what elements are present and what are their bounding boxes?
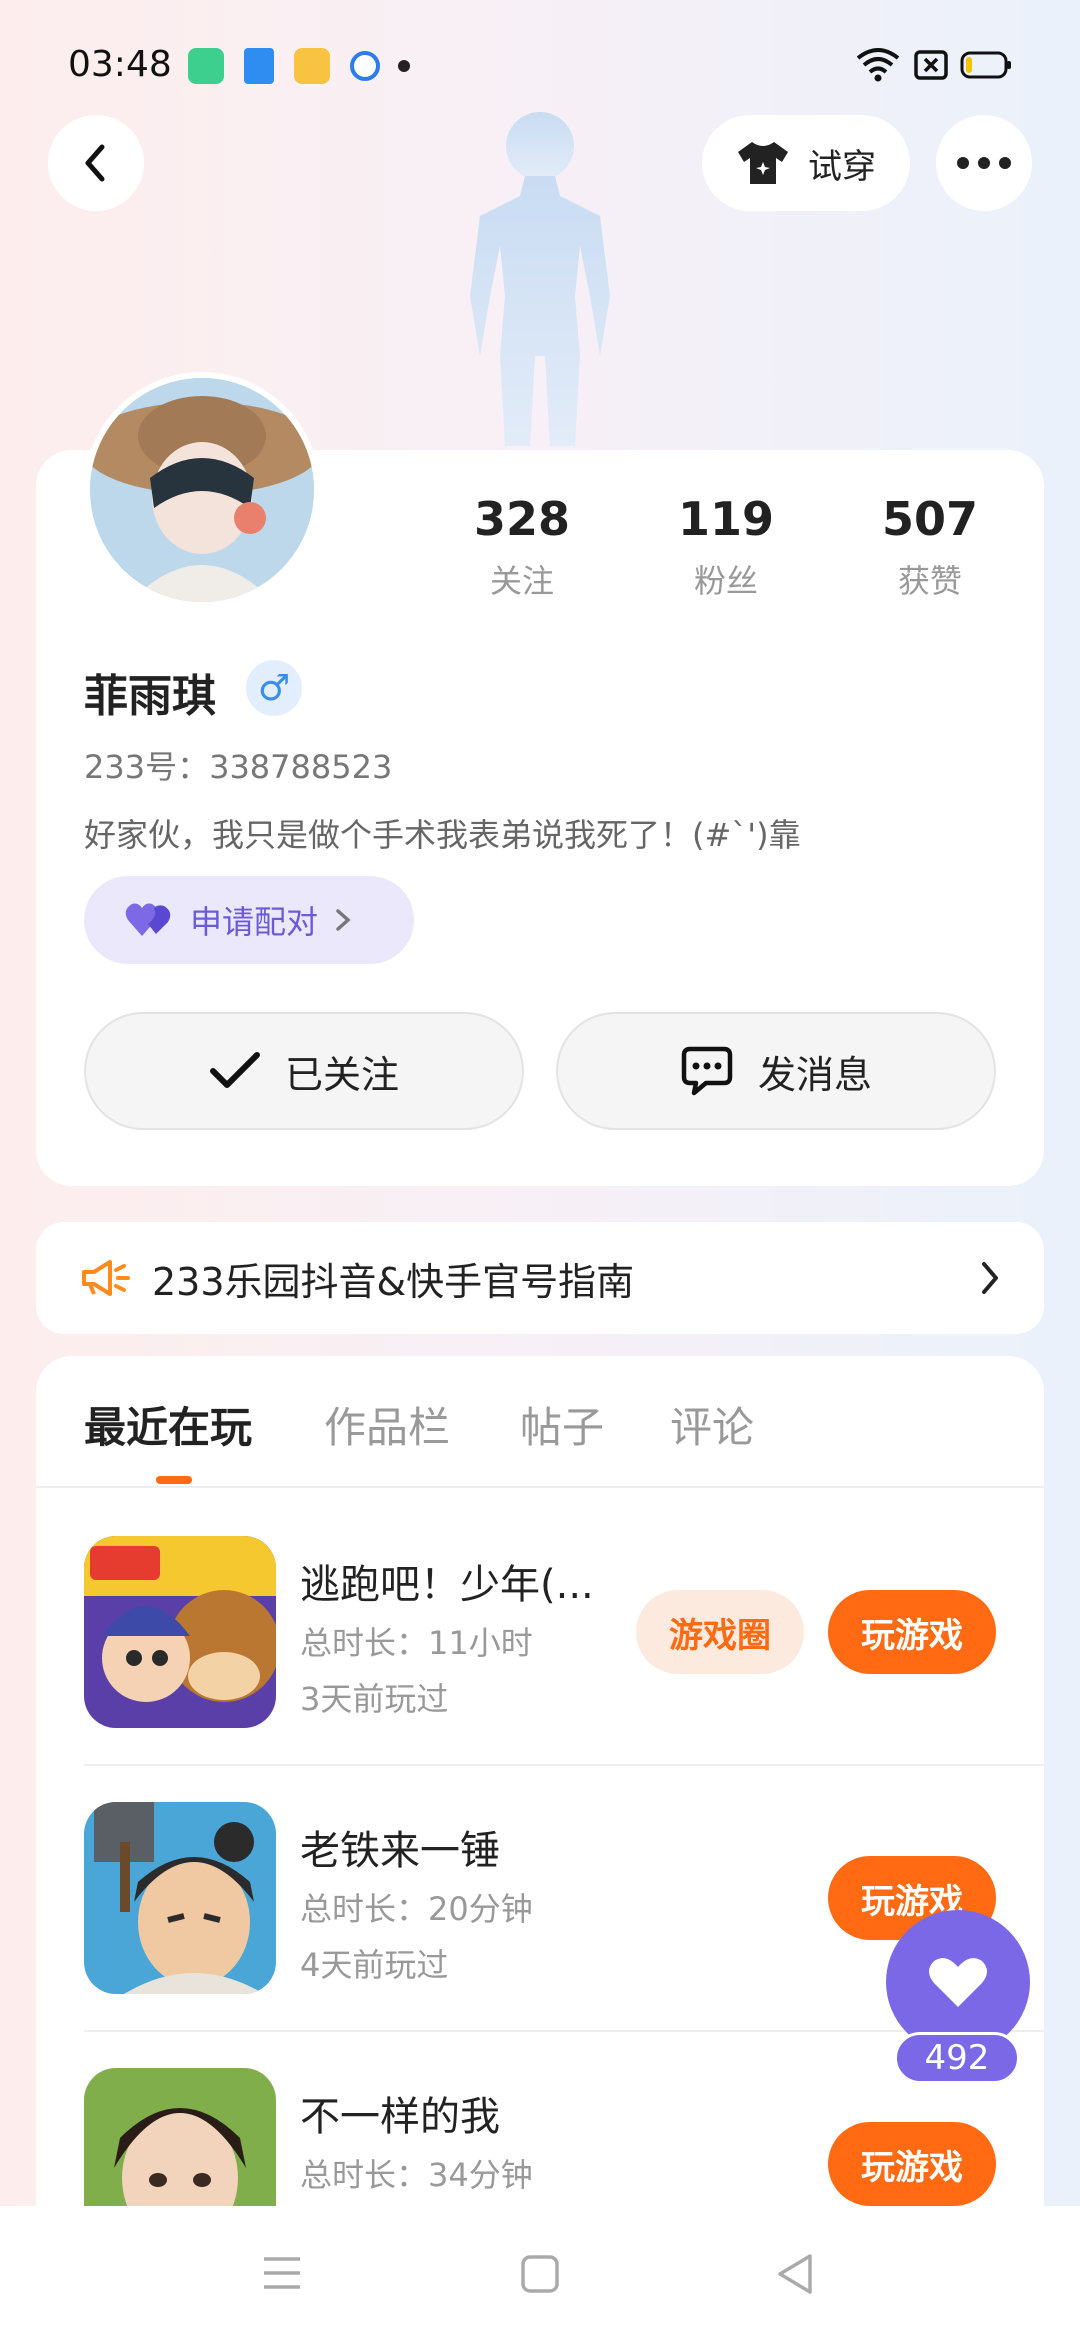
game-icon[interactable] <box>84 1802 276 1994</box>
heart-icon <box>929 1958 987 2007</box>
fans-label[interactable]: 粉丝 <box>636 556 816 602</box>
send-message-label: 发消息 <box>757 1052 872 1097</box>
bio: 好家伙，我只是做个手术我表弟说我死了！(#`')靠 <box>84 816 801 854</box>
chevron-right-icon <box>982 1262 998 1294</box>
following-label[interactable]: 关注 <box>432 556 612 602</box>
game-icon-image <box>84 2068 276 2206</box>
more-button[interactable] <box>936 115 1032 211</box>
app-notification-icon <box>244 48 274 84</box>
chevron-left-icon <box>85 144 105 182</box>
home-icon[interactable] <box>520 2254 560 2294</box>
game-title[interactable]: 逃跑吧！少年(... <box>300 1552 594 1610</box>
fans-count[interactable]: 119 <box>636 492 816 546</box>
menu-icon[interactable] <box>262 2256 302 2290</box>
tab-works[interactable]: 作品栏 <box>324 1394 450 1455</box>
play-game-button[interactable]: 玩游戏 <box>828 1590 996 1674</box>
avatar-image <box>90 378 314 602</box>
game-title[interactable]: 不一样的我 <box>300 2084 500 2142</box>
game-icon-image <box>84 1536 276 1728</box>
chat-bubble-icon <box>681 1046 733 1096</box>
followed-label: 已关注 <box>284 1052 399 1097</box>
avatar-3d-figure <box>470 112 610 446</box>
tabs-divider <box>36 1486 1044 1488</box>
announcement-text: 233乐园抖音&快手官号指南 <box>152 1259 635 1304</box>
vip-notification-icon <box>294 48 330 84</box>
game-icon[interactable] <box>84 2068 276 2206</box>
apply-pair-label: 申请配对 <box>190 903 319 941</box>
like-count-badge: 492 <box>894 2032 1020 2084</box>
more-dots-icon <box>957 157 1011 169</box>
wifi-icon <box>856 48 900 82</box>
tab-posts[interactable]: 帖子 <box>520 1394 604 1455</box>
apply-pair-button[interactable]: 申请配对 <box>84 876 414 964</box>
avatar[interactable] <box>84 372 320 608</box>
followed-button[interactable]: 已关注 <box>84 1012 524 1130</box>
gender-badge: ♂ <box>246 660 302 716</box>
tab-comments[interactable]: 评论 <box>670 1394 754 1455</box>
following-count[interactable]: 328 <box>432 492 612 546</box>
list-divider <box>84 2030 1044 2032</box>
game-duration: 总时长：34分钟 <box>300 2156 533 2194</box>
checkmark-icon <box>209 1052 260 1088</box>
game-duration: 总时长：11小时 <box>300 1624 533 1662</box>
try-on-label: 试穿 <box>808 146 876 187</box>
game-last-played: 3天前玩过 <box>300 1680 449 1718</box>
back-button[interactable] <box>48 115 144 211</box>
try-on-button[interactable]: 试穿 <box>702 115 910 211</box>
battery-icon <box>960 51 1011 79</box>
more-notifications-icon <box>398 60 410 72</box>
game-last-played: 4天前玩过 <box>300 1946 449 1984</box>
back-triangle-icon[interactable] <box>774 2252 814 2296</box>
status-time: 03:48 <box>68 44 172 85</box>
likes-label: 获赞 <box>897 562 962 600</box>
game-title[interactable]: 老铁来一锤 <box>300 1818 500 1876</box>
battery-saver-icon <box>188 48 224 84</box>
game-circle-button[interactable]: 游戏圈 <box>636 1590 804 1674</box>
send-message-button[interactable]: 发消息 <box>556 1012 996 1130</box>
chevron-right-icon <box>336 909 351 931</box>
double-heart-icon <box>125 903 171 936</box>
megaphone-icon <box>82 1260 130 1296</box>
user-id[interactable]: 233号：338788523 <box>84 742 392 788</box>
male-icon: ♂ <box>257 667 291 709</box>
game-icon[interactable] <box>84 1536 276 1728</box>
profile-name: 菲雨琪 <box>84 671 216 722</box>
no-sim-icon <box>914 50 948 80</box>
likes-count: 507 <box>881 492 979 546</box>
tab-recently-played[interactable]: 最近在玩 <box>84 1394 252 1455</box>
announcement-bar[interactable]: 233乐园抖音&快手官号指南 <box>36 1222 1044 1334</box>
system-navigation-bar <box>0 2206 1080 2340</box>
tab-active-indicator <box>156 1476 192 1484</box>
game-duration: 总时长：20分钟 <box>300 1890 533 1928</box>
game-icon-image <box>84 1802 276 1994</box>
shirt-icon <box>738 142 788 184</box>
play-game-button[interactable]: 玩游戏 <box>828 2122 996 2206</box>
browser-notification-icon <box>350 51 380 81</box>
list-divider <box>84 1764 1044 1766</box>
